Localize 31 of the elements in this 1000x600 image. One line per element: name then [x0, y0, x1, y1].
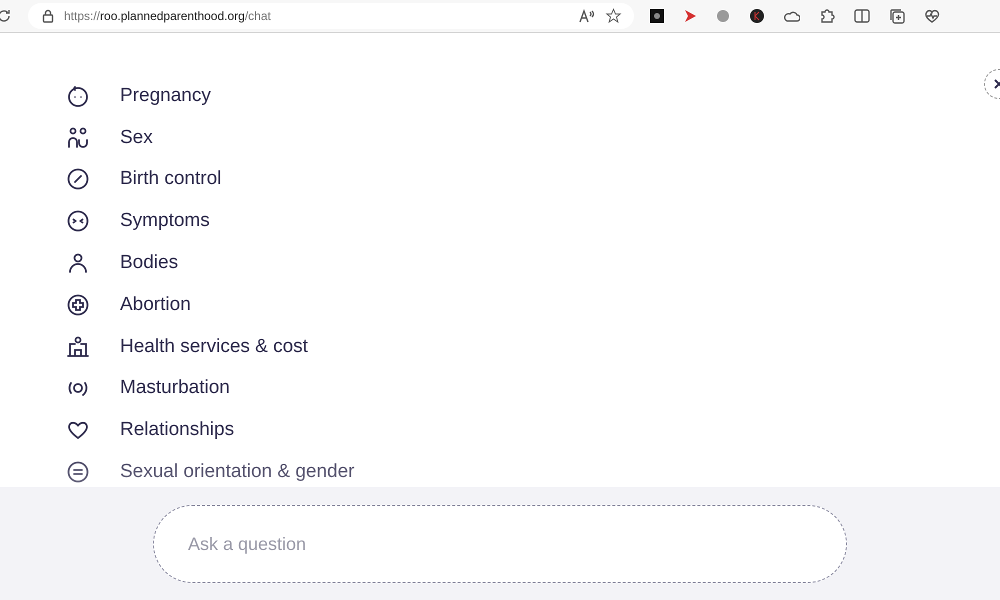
- plus-circle-icon: [66, 292, 90, 317]
- question-input[interactable]: Ask a question: [153, 505, 847, 583]
- collections-icon[interactable]: [889, 8, 905, 24]
- play-icon[interactable]: [683, 9, 697, 23]
- star-icon[interactable]: [605, 8, 622, 24]
- topic-link[interactable]: Health services & cost: [120, 336, 308, 358]
- topic-link[interactable]: Masturbation: [120, 377, 230, 400]
- topic-link[interactable]: Birth control: [120, 168, 222, 190]
- topic-link[interactable]: Bodies: [120, 252, 178, 274]
- topic-link[interactable]: Sexual orientation & gender: [120, 461, 354, 484]
- puzzle-icon[interactable]: [819, 8, 835, 24]
- topic-link[interactable]: Symptoms: [120, 210, 210, 232]
- topic-link[interactable]: Sex: [120, 126, 153, 149]
- read-aloud-icon[interactable]: [579, 9, 595, 23]
- extension-icon[interactable]: [749, 8, 765, 24]
- topic-link[interactable]: Pregnancy: [120, 84, 211, 107]
- two-people-icon: [66, 126, 90, 150]
- heart-pulse-icon[interactable]: [924, 8, 941, 24]
- topic-link[interactable]: Relationships: [120, 419, 234, 442]
- face-icon: [66, 209, 90, 234]
- address-bar[interactable]: https://roo.plannedparenthood.org/chat: [28, 3, 634, 29]
- slashed-circle-icon: [66, 167, 90, 192]
- cloud-icon[interactable]: [784, 10, 800, 22]
- reload-icon[interactable]: [0, 8, 12, 24]
- face-icon: [66, 84, 90, 108]
- topic-link[interactable]: Abortion: [120, 294, 191, 316]
- person-icon: [66, 251, 90, 276]
- building-icon: [66, 334, 90, 359]
- split-screen-icon[interactable]: [854, 9, 870, 23]
- lock-icon[interactable]: [42, 9, 54, 23]
- equals-circle-icon: [66, 460, 90, 484]
